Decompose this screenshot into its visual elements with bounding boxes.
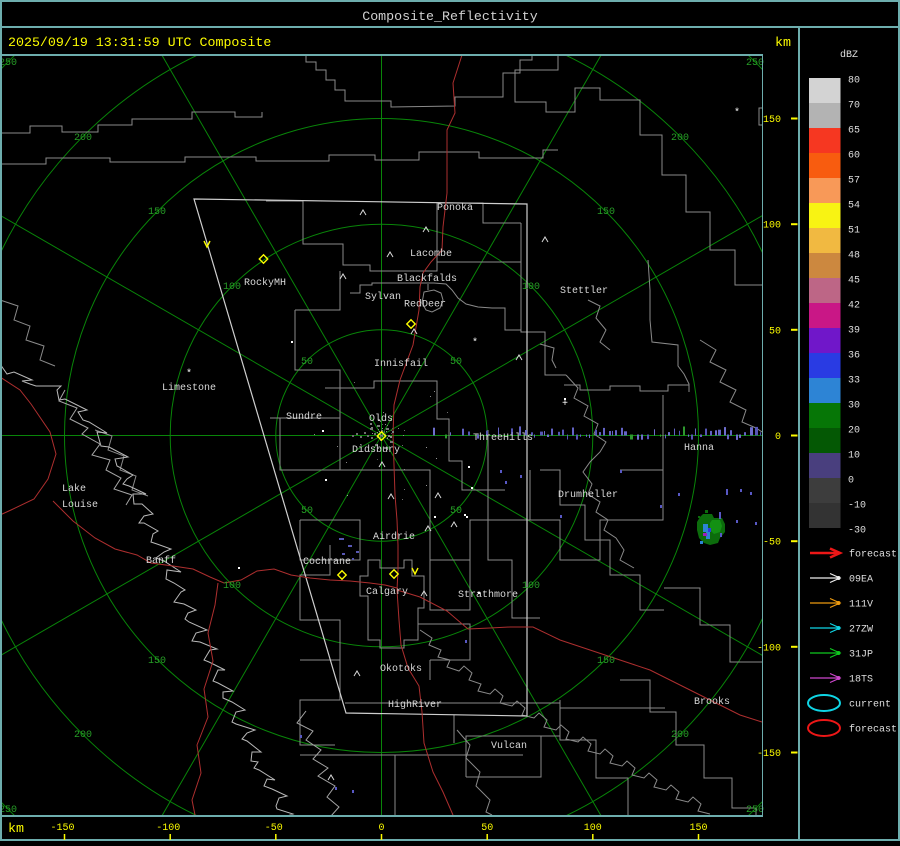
- svg-text:RedDeer: RedDeer: [404, 299, 446, 311]
- svg-text:Olds: Olds: [369, 413, 393, 425]
- svg-text:33: 33: [848, 376, 860, 387]
- svg-text:70: 70: [848, 101, 860, 112]
- svg-text:150: 150: [148, 656, 166, 667]
- svg-text:09EA: 09EA: [849, 575, 873, 586]
- svg-text:36: 36: [848, 351, 860, 362]
- svg-text:*: *: [472, 337, 478, 349]
- svg-text:20: 20: [848, 426, 860, 437]
- svg-text:Banff: Banff: [146, 555, 176, 567]
- svg-text:200: 200: [74, 730, 92, 741]
- svg-text:Sylvan: Sylvan: [365, 291, 401, 303]
- svg-text:42: 42: [848, 301, 860, 312]
- svg-text:Drumheller: Drumheller: [558, 489, 618, 501]
- svg-text:50: 50: [481, 823, 493, 834]
- svg-text:Blackfalds: Blackfalds: [397, 273, 457, 285]
- svg-text:Brooks: Brooks: [694, 696, 730, 708]
- svg-text:-10: -10: [848, 501, 866, 512]
- svg-text:150: 150: [597, 207, 615, 218]
- svg-text:100: 100: [522, 282, 540, 293]
- svg-text:-150: -150: [757, 749, 781, 760]
- svg-text:Hanna: Hanna: [684, 443, 714, 454]
- svg-text:27ZW: 27ZW: [849, 625, 873, 636]
- svg-text:Calgary: Calgary: [366, 586, 408, 598]
- svg-text:Innisfail: Innisfail: [374, 358, 428, 370]
- svg-text:39: 39: [848, 326, 860, 337]
- svg-text:-50: -50: [763, 538, 781, 549]
- svg-text:150: 150: [597, 656, 615, 667]
- svg-text:18TS: 18TS: [849, 675, 873, 686]
- svg-text:-50: -50: [265, 823, 283, 834]
- svg-text:-150: -150: [50, 823, 74, 834]
- svg-text:48: 48: [848, 251, 860, 262]
- svg-text:current: current: [849, 700, 891, 711]
- svg-text:forecast: forecast: [849, 549, 897, 561]
- svg-text:Airdrie: Airdrie: [373, 531, 415, 543]
- svg-text:10: 10: [848, 451, 860, 462]
- svg-text:HighRiver: HighRiver: [388, 699, 442, 711]
- svg-text:km: km: [8, 821, 24, 836]
- svg-text:200: 200: [74, 133, 92, 144]
- svg-text:150: 150: [689, 823, 707, 834]
- svg-text:250: 250: [746, 58, 764, 69]
- svg-text:Lacombe: Lacombe: [410, 248, 452, 260]
- svg-text:30: 30: [848, 401, 860, 412]
- svg-text:50: 50: [301, 506, 313, 517]
- svg-text:80: 80: [848, 76, 860, 87]
- svg-text:Ponoka: Ponoka: [437, 202, 473, 214]
- svg-text:+: +: [562, 399, 568, 410]
- svg-text:forecast: forecast: [849, 724, 897, 736]
- svg-text:-100: -100: [156, 823, 180, 834]
- svg-text:45: 45: [848, 276, 860, 287]
- svg-text:50: 50: [301, 357, 313, 368]
- svg-text:200: 200: [671, 133, 689, 144]
- svg-text:250: 250: [0, 58, 17, 69]
- svg-text:0: 0: [775, 432, 781, 443]
- svg-text:250: 250: [0, 805, 17, 816]
- svg-text:Strathmore: Strathmore: [458, 589, 518, 601]
- svg-text:km: km: [775, 35, 791, 50]
- svg-text:111V: 111V: [849, 600, 873, 611]
- svg-text:50: 50: [769, 326, 781, 337]
- svg-text:200: 200: [671, 730, 689, 741]
- svg-text:Lake: Lake: [62, 483, 86, 495]
- svg-text:*: *: [734, 107, 740, 119]
- svg-text:65: 65: [848, 126, 860, 137]
- svg-text:150: 150: [148, 207, 166, 218]
- svg-text:50: 50: [450, 357, 462, 368]
- svg-text:0: 0: [848, 476, 854, 487]
- svg-text:Didsbury: Didsbury: [352, 444, 400, 456]
- svg-text:Sundre: Sundre: [286, 411, 322, 423]
- svg-text:dBZ: dBZ: [840, 49, 858, 61]
- svg-text:Limestone: Limestone: [162, 382, 216, 394]
- svg-text:60: 60: [848, 151, 860, 162]
- svg-text:Louise: Louise: [62, 499, 98, 511]
- svg-text:150: 150: [763, 115, 781, 126]
- svg-text:2025/09/19 13:31:59 UTC Compos: 2025/09/19 13:31:59 UTC Composite: [8, 35, 271, 50]
- svg-text:RockyMH: RockyMH: [244, 277, 286, 289]
- svg-text:54: 54: [848, 201, 860, 212]
- svg-text:100: 100: [584, 823, 602, 834]
- svg-text:Composite_Reflectivity: Composite_Reflectivity: [362, 9, 538, 24]
- svg-text:100: 100: [223, 282, 241, 293]
- svg-text:-100: -100: [757, 643, 781, 654]
- svg-text:100: 100: [763, 221, 781, 232]
- svg-text:ThreeHills: ThreeHills: [473, 432, 533, 444]
- svg-text:*: *: [186, 368, 192, 380]
- svg-text:Cochrane: Cochrane: [303, 556, 351, 568]
- svg-text:51: 51: [848, 226, 860, 237]
- svg-text:50: 50: [450, 506, 462, 517]
- svg-text:Stettler: Stettler: [560, 285, 608, 297]
- svg-text:100: 100: [223, 581, 241, 592]
- svg-text:Okotoks: Okotoks: [380, 663, 422, 675]
- svg-text:31JP: 31JP: [849, 650, 873, 661]
- svg-text:Vulcan: Vulcan: [491, 740, 527, 752]
- svg-text:57: 57: [848, 176, 860, 187]
- svg-text:250: 250: [746, 805, 764, 816]
- svg-text:100: 100: [522, 581, 540, 592]
- svg-text:0: 0: [378, 823, 384, 834]
- svg-text:-30: -30: [848, 526, 866, 537]
